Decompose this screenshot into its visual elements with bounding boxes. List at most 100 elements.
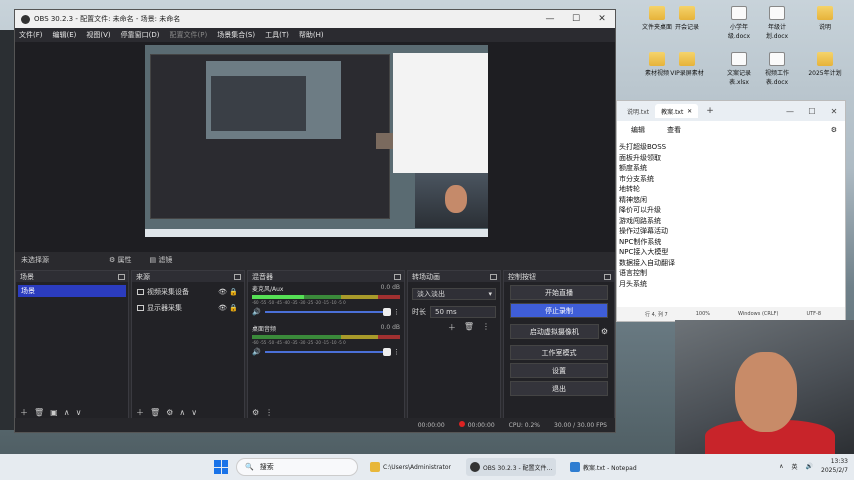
input-method-indicator[interactable]: 英 bbox=[792, 462, 798, 471]
virtual-camera-button[interactable]: 启动虚拟摄像机 bbox=[510, 324, 599, 339]
add-source-button[interactable]: ＋ bbox=[136, 407, 144, 418]
new-tab-button[interactable]: + bbox=[706, 106, 714, 116]
notepad-menubar: 编辑 查看 ⚙ bbox=[617, 121, 845, 139]
desktop-icon[interactable]: VIP录屏素材 bbox=[670, 52, 704, 77]
remove-source-button[interactable]: 🗑 bbox=[150, 408, 160, 417]
eye-icon[interactable]: 👁 🔒 bbox=[218, 288, 238, 296]
close-tab-icon[interactable]: ✕ bbox=[687, 108, 692, 115]
volume-knob[interactable] bbox=[383, 308, 391, 316]
taskbar-search[interactable]: 🔍 搜索 bbox=[236, 458, 358, 476]
duration-input[interactable]: 50 ms bbox=[430, 306, 496, 318]
menu-scene-collection[interactable]: 场景集合(S) bbox=[217, 30, 255, 40]
audio-mixer-dock: 混音器 麦克风/Aux 0.0 dB -60 -55 -50 -45 -40 -3… bbox=[247, 270, 405, 420]
taskbar-app-notepad[interactable]: 教案.txt - Notepad bbox=[566, 458, 641, 476]
folder-icon bbox=[817, 6, 833, 20]
channel-menu-icon[interactable]: ⋮ bbox=[393, 348, 400, 356]
volume-slider[interactable] bbox=[264, 308, 391, 316]
desktop-icon[interactable]: 素材视频 bbox=[640, 52, 674, 77]
dock-undock-icon[interactable] bbox=[234, 273, 241, 280]
desktop-icon[interactable]: 视频工作表.docx bbox=[760, 52, 794, 86]
menu-profile[interactable]: 配置文件(P) bbox=[170, 30, 208, 40]
preview-canvas[interactable] bbox=[145, 45, 488, 237]
menu-view[interactable]: 查看 bbox=[667, 125, 681, 135]
desktop-icon[interactable]: 小学年级.docx bbox=[722, 6, 756, 40]
filters-label: 滤镜 bbox=[158, 256, 173, 264]
transitions-dock: 转场动画 淡入淡出 ▾ 时长 50 ms ＋ 🗑 ⋮ bbox=[407, 270, 501, 420]
notepad-tab-prev[interactable]: 说明.txt bbox=[621, 107, 655, 116]
menu-edit[interactable]: 编辑(E) bbox=[53, 30, 77, 40]
desktop-icon-label: 素材视频 bbox=[644, 70, 669, 77]
taskbar-app-obs[interactable]: OBS 30.2.3 - 配置文件... bbox=[466, 458, 557, 476]
cursor-position: 行 4, 列 7 bbox=[645, 311, 668, 318]
line-ending: Windows (CRLF) bbox=[738, 311, 779, 317]
text-line: 精神悠闲 bbox=[619, 195, 647, 204]
close-button[interactable]: ✕ bbox=[823, 107, 845, 116]
dock-undock-icon[interactable] bbox=[490, 273, 497, 280]
move-down-button[interactable]: ∨ bbox=[76, 408, 82, 417]
monitor-icon bbox=[137, 305, 144, 311]
menu-edit[interactable]: 编辑 bbox=[631, 125, 645, 135]
scene-filter-button[interactable]: ▣ bbox=[50, 408, 58, 417]
gear-icon[interactable]: ⚙ bbox=[601, 327, 608, 336]
eye-icon[interactable]: 👁 🔒 bbox=[218, 304, 238, 312]
dock-undock-icon[interactable] bbox=[118, 273, 125, 280]
windows-start-icon[interactable] bbox=[214, 460, 228, 474]
add-scene-button[interactable]: ＋ bbox=[20, 407, 28, 418]
studio-mode-button[interactable]: 工作室模式 bbox=[510, 345, 608, 360]
text-line: 头打超级BOSS bbox=[619, 143, 667, 151]
source-settings-button[interactable]: ⚙ bbox=[166, 408, 173, 417]
mixer-menu-icon[interactable]: ⋮ bbox=[265, 408, 273, 417]
move-up-button[interactable]: ∧ bbox=[64, 408, 70, 417]
taskbar-app-explorer[interactable]: C:\Users\Administrator bbox=[366, 458, 455, 476]
move-down-button[interactable]: ∨ bbox=[191, 408, 197, 417]
source-item-display-capture[interactable]: 显示器采集 👁 🔒 bbox=[134, 302, 242, 314]
desktop-icon[interactable]: 年级计划.docx bbox=[760, 6, 794, 40]
filters-button[interactable]: ▤ 滤镜 bbox=[150, 255, 173, 265]
exit-button[interactable]: 退出 bbox=[510, 381, 608, 396]
move-up-button[interactable]: ∧ bbox=[179, 408, 185, 417]
speaker-icon[interactable]: 🔊 bbox=[252, 348, 261, 356]
minimize-button[interactable]: — bbox=[779, 107, 801, 116]
dock-undock-icon[interactable] bbox=[604, 273, 611, 280]
gear-icon[interactable]: ⚙ bbox=[831, 126, 837, 134]
desktop-icon[interactable]: 2025年计划 bbox=[808, 52, 842, 77]
dock-undock-icon[interactable] bbox=[394, 273, 401, 280]
notepad-icon bbox=[570, 462, 580, 472]
start-streaming-button[interactable]: 开始直播 bbox=[510, 285, 608, 300]
volume-knob[interactable] bbox=[383, 348, 391, 356]
tray-overflow-icon[interactable]: ∧ bbox=[779, 463, 783, 470]
mixer-settings-icon[interactable]: ⚙ bbox=[252, 408, 259, 417]
transition-menu-icon[interactable]: ⋮ bbox=[482, 322, 490, 333]
close-button[interactable]: ✕ bbox=[589, 14, 615, 24]
menu-help[interactable]: 帮助(H) bbox=[299, 30, 324, 40]
channel-menu-icon[interactable]: ⋮ bbox=[393, 308, 400, 316]
menu-view[interactable]: 视图(V) bbox=[86, 30, 110, 40]
notepad-text-area[interactable]: 头打超级BOSS 面板升级领取 额度系统 市分支系统 地转轮 精神悠闲 降价可以升级 游戏闯路… bbox=[617, 139, 845, 294]
desktop-icon[interactable]: 文案记录表.xlsx bbox=[722, 52, 756, 86]
transition-select[interactable]: 淡入淡出 ▾ bbox=[412, 288, 496, 300]
source-item-video-capture[interactable]: 视频采集设备 👁 🔒 bbox=[134, 286, 242, 298]
clock[interactable]: 13:33 2025/2/7 bbox=[821, 457, 848, 475]
maximize-button[interactable]: ☐ bbox=[563, 14, 589, 24]
volume-icon[interactable]: 🔊 bbox=[806, 463, 813, 470]
obs-logo-icon bbox=[21, 14, 30, 24]
menu-file[interactable]: 文件(F) bbox=[19, 30, 43, 40]
settings-button[interactable]: 设置 bbox=[510, 363, 608, 378]
remove-transition-button[interactable]: 🗑 bbox=[464, 322, 474, 333]
stop-recording-button[interactable]: 停止录制 bbox=[510, 303, 608, 318]
scene-item[interactable]: 场景 bbox=[18, 285, 126, 297]
volume-slider[interactable] bbox=[264, 348, 391, 356]
obs-window: OBS 30.2.3 - 配置文件: 未命名 - 场景: 未命名 — ☐ ✕ 文… bbox=[14, 9, 616, 433]
remove-scene-button[interactable]: 🗑 bbox=[34, 408, 44, 417]
minimize-button[interactable]: — bbox=[537, 14, 563, 24]
desktop-icon[interactable]: 说明 bbox=[808, 6, 842, 31]
speaker-icon[interactable]: 🔊 bbox=[252, 308, 261, 316]
add-transition-button[interactable]: ＋ bbox=[448, 322, 456, 333]
desktop-icon[interactable]: 开会记录 bbox=[670, 6, 704, 31]
menu-tools[interactable]: 工具(T) bbox=[265, 30, 289, 40]
desktop-icon[interactable]: 文件夹桌面 bbox=[640, 6, 674, 31]
notepad-tab-active[interactable]: 教案.txt ✕ bbox=[655, 104, 699, 118]
properties-button[interactable]: ⚙ 属性 bbox=[109, 255, 132, 265]
menu-docks[interactable]: 停靠窗口(D) bbox=[121, 30, 160, 40]
maximize-button[interactable]: ☐ bbox=[801, 107, 823, 116]
